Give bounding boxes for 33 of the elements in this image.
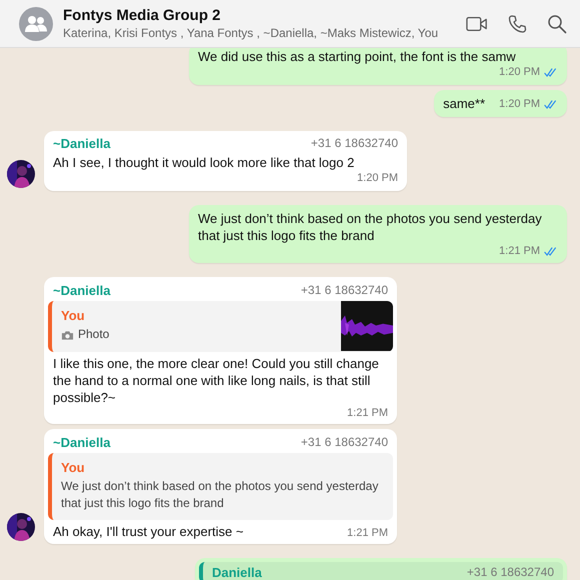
quote-author: You xyxy=(61,460,86,475)
message-time: 1:21 PM xyxy=(499,244,540,258)
message-text: Ah okay, I'll trust your expertise ~ xyxy=(53,523,244,541)
message-text: We just don’t think based on the photos you send yesterday that just this logo fits the brand xyxy=(198,210,543,244)
quote-author: You xyxy=(61,308,86,324)
quoted-message[interactable]: Daniella +31 6 18632740 xyxy=(199,562,563,580)
quoted-message[interactable]: You Photo xyxy=(48,301,393,352)
chat-title[interactable]: Fontys Media Group 2 xyxy=(63,7,448,24)
message-text: I like this one, the more clear one! Could you still change the hand to a normal one with like long nails, is that still possible?~ xyxy=(53,354,380,406)
group-avatar-icon[interactable] xyxy=(19,6,53,40)
message-time: 1:20 PM xyxy=(499,65,540,80)
message-time: 1:21 PM xyxy=(347,406,388,421)
camera-icon xyxy=(61,330,74,341)
quote-phone: +31 6 18632740 xyxy=(466,564,554,580)
quoted-message[interactable]: You We just don’t think based on the photos you send yesterday that just this logo fits the brand xyxy=(48,452,393,520)
sender-name[interactable]: ~Daniella xyxy=(53,434,110,450)
message-text: same** xyxy=(443,94,486,112)
phone-icon[interactable] xyxy=(506,14,528,34)
sender-phone: +31 6 18632740 xyxy=(300,283,388,298)
sender-phone: +31 6 18632740 xyxy=(310,136,398,151)
sender-phone: +31 6 18632740 xyxy=(300,434,388,450)
message-text: We did use this as a starting point, the font is the samw xyxy=(198,48,516,66)
message-time: 1:21 PM xyxy=(347,526,388,541)
quote-text: We just don’t think based on the photos you send yesterday that just this logo fits the brand xyxy=(61,478,380,512)
message-time: 1:20 PM xyxy=(499,97,540,112)
message-text: Ah I see, I thought it would look more like that logo 2 xyxy=(53,154,354,171)
sender-name[interactable]: ~Daniella xyxy=(53,283,110,298)
members-list: Katerina, Krisi Fontys , Yana Fontys , ~Daniella, ~Maks Mistewicz, You xyxy=(63,26,448,40)
message-time: 1:20 PM xyxy=(357,170,398,186)
sender-name[interactable]: ~Daniella xyxy=(53,136,110,151)
quote-text: Photo xyxy=(78,326,110,344)
quote-author: Daniella xyxy=(212,564,262,580)
search-icon[interactable] xyxy=(546,14,568,34)
